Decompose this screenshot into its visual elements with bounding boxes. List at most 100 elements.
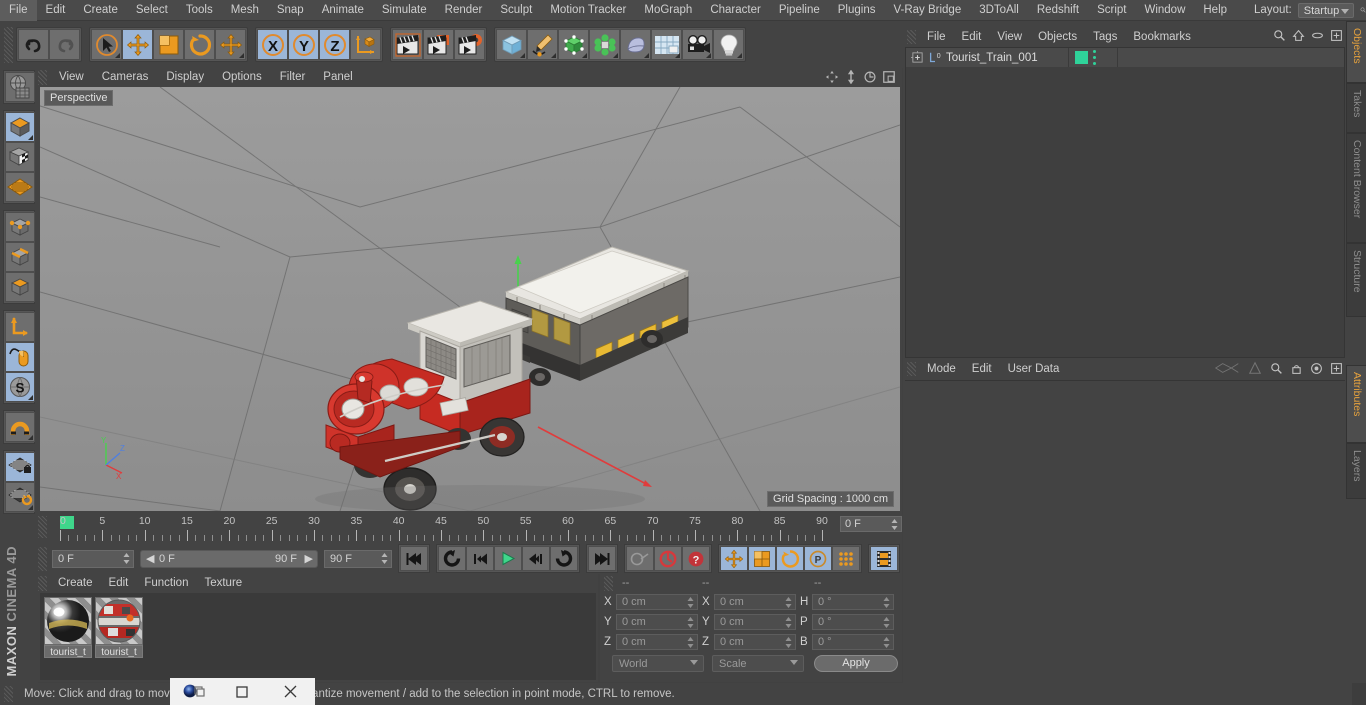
backface-icon[interactable]	[1214, 361, 1240, 375]
lock-workplane-button[interactable]	[5, 452, 35, 482]
menu-sculpt[interactable]: Sculpt	[491, 0, 541, 21]
menu-tools[interactable]: Tools	[177, 0, 222, 21]
step-forward-button[interactable]	[522, 546, 550, 571]
menu-window[interactable]: Window	[1135, 0, 1194, 21]
menu-create[interactable]: Create	[74, 0, 127, 21]
maximize-button[interactable]	[218, 678, 266, 705]
search-icon[interactable]	[1360, 2, 1366, 18]
object-menu-tags[interactable]: Tags	[1085, 28, 1125, 46]
menu-script[interactable]: Script	[1088, 0, 1135, 21]
material-item[interactable]: tourist_t	[95, 597, 143, 676]
model-mode-button[interactable]	[5, 112, 35, 142]
tab-content-browser[interactable]: Content Browser	[1346, 133, 1366, 243]
lock-x-axis-button[interactable]: X	[257, 29, 288, 60]
search-icon[interactable]	[1270, 362, 1283, 375]
coord-input-pos-z[interactable]: 0 cm	[616, 634, 698, 650]
menu-edit[interactable]: Edit	[37, 0, 75, 21]
go-to-end-button[interactable]	[588, 546, 616, 571]
spinner-icon[interactable]	[883, 597, 890, 608]
object-tags-cell[interactable]	[1069, 48, 1118, 67]
material-menu-function[interactable]: Function	[136, 574, 196, 593]
menu-simulate[interactable]: Simulate	[373, 0, 436, 21]
enable-axis-modification-button[interactable]	[5, 312, 35, 342]
material-item[interactable]: tourist_t	[44, 597, 92, 676]
add-environment-button[interactable]	[651, 29, 682, 60]
tab-structure[interactable]: Structure	[1346, 243, 1366, 317]
spinner-icon[interactable]	[785, 597, 792, 608]
go-to-previous-key-button[interactable]	[438, 546, 466, 571]
coordinate-mode-select[interactable]: Scale	[712, 654, 804, 672]
make-editable-button[interactable]	[5, 72, 35, 102]
add-generator-button[interactable]	[558, 29, 589, 60]
add-deformer-button[interactable]	[589, 29, 620, 60]
object-menu-file[interactable]: File	[919, 28, 954, 46]
lock-z-axis-button[interactable]: Z	[319, 29, 350, 60]
go-to-start-button[interactable]	[400, 546, 428, 571]
texture-mode-button[interactable]	[5, 142, 35, 172]
material-thumbnail-chrome[interactable]	[44, 597, 92, 645]
workplane-rotate-button[interactable]	[5, 482, 35, 512]
attributes-menu-user-data[interactable]: User Data	[1000, 359, 1068, 379]
animation-mode-button[interactable]	[870, 546, 898, 571]
scale-tool-button[interactable]	[153, 29, 184, 60]
timeline-frame-field[interactable]: 0 F	[840, 516, 902, 532]
document-end-input[interactable]: 90 F	[324, 549, 392, 568]
tab-layers[interactable]: Layers	[1346, 443, 1366, 499]
edges-mode-button[interactable]	[5, 242, 35, 272]
spinner-icon[interactable]	[687, 597, 694, 608]
statusbar-grip[interactable]	[4, 686, 13, 702]
viewport-3d-canvas[interactable]: Perspective Grid Spacing : 1000 cm Y Z X	[40, 87, 900, 511]
add-spline-button[interactable]	[527, 29, 558, 60]
record-active-objects-button[interactable]	[626, 546, 654, 571]
uv-mode-button[interactable]	[5, 172, 35, 202]
menu-3dtoall[interactable]: 3DToAll	[970, 0, 1028, 21]
play-forwards-button[interactable]	[494, 546, 522, 571]
go-to-next-key-button[interactable]	[550, 546, 578, 571]
viewport-menu-panel[interactable]: Panel	[314, 68, 361, 87]
menu-mesh[interactable]: Mesh	[222, 0, 268, 21]
material-menu-create[interactable]: Create	[50, 574, 101, 593]
enable-snapping-button[interactable]: S	[5, 372, 35, 402]
autokeying-button[interactable]	[654, 546, 682, 571]
object-name-cell[interactable]: 0 Tourist_Train_001	[906, 48, 1069, 67]
move-tool-button[interactable]	[122, 29, 153, 60]
close-button[interactable]	[267, 678, 315, 705]
lock-y-axis-button[interactable]: Y	[288, 29, 319, 60]
search-icon[interactable]	[1273, 29, 1286, 42]
coord-input-size-z[interactable]: 0 cm	[714, 634, 796, 650]
ellipse-icon[interactable]	[1311, 29, 1324, 42]
spinner-icon[interactable]	[381, 552, 388, 564]
menu-character[interactable]: Character	[701, 0, 770, 21]
material-menu-edit[interactable]: Edit	[101, 574, 137, 593]
layout-select[interactable]: Startup	[1297, 2, 1354, 18]
render-settings-button[interactable]	[454, 29, 485, 60]
attributes-menu-edit[interactable]: Edit	[964, 359, 1000, 379]
step-back-button[interactable]	[466, 546, 494, 571]
viewport-solo-button[interactable]	[5, 342, 35, 372]
spinner-icon[interactable]	[883, 617, 890, 628]
object-row-tourist-train[interactable]: 0 Tourist_Train_001	[906, 48, 1344, 67]
current-frame-input[interactable]: 0 F	[52, 549, 134, 568]
object-manager-grip[interactable]	[907, 30, 916, 44]
tab-takes[interactable]: Takes	[1346, 83, 1366, 133]
position-key-button[interactable]	[720, 546, 748, 571]
tab-attributes[interactable]: Attributes	[1346, 365, 1366, 443]
keyframe-selection-button[interactable]: ?	[682, 546, 710, 571]
points-mode-button[interactable]	[5, 212, 35, 242]
scale-key-button[interactable]	[748, 546, 776, 571]
tab-objects[interactable]: Objects	[1346, 21, 1366, 83]
toolbar-grip[interactable]	[4, 26, 13, 63]
menu-mograph[interactable]: MoGraph	[635, 0, 701, 21]
material-list[interactable]: tourist_t tourist_t	[40, 593, 596, 680]
object-menu-bookmarks[interactable]: Bookmarks	[1125, 28, 1199, 46]
add-camera-button[interactable]	[682, 29, 713, 60]
add-scene-button[interactable]	[620, 29, 651, 60]
coordinate-system-select[interactable]: World	[612, 654, 704, 672]
menu-snap[interactable]: Snap	[268, 0, 313, 21]
apply-button[interactable]: Apply	[814, 654, 898, 672]
material-thumbnail-train[interactable]	[95, 597, 143, 645]
home-icon[interactable]	[1292, 29, 1305, 42]
coord-input-rot-p[interactable]: 0 °	[812, 614, 894, 630]
coord-input-pos-y[interactable]: 0 cm	[616, 614, 698, 630]
object-menu-objects[interactable]: Objects	[1030, 28, 1085, 46]
